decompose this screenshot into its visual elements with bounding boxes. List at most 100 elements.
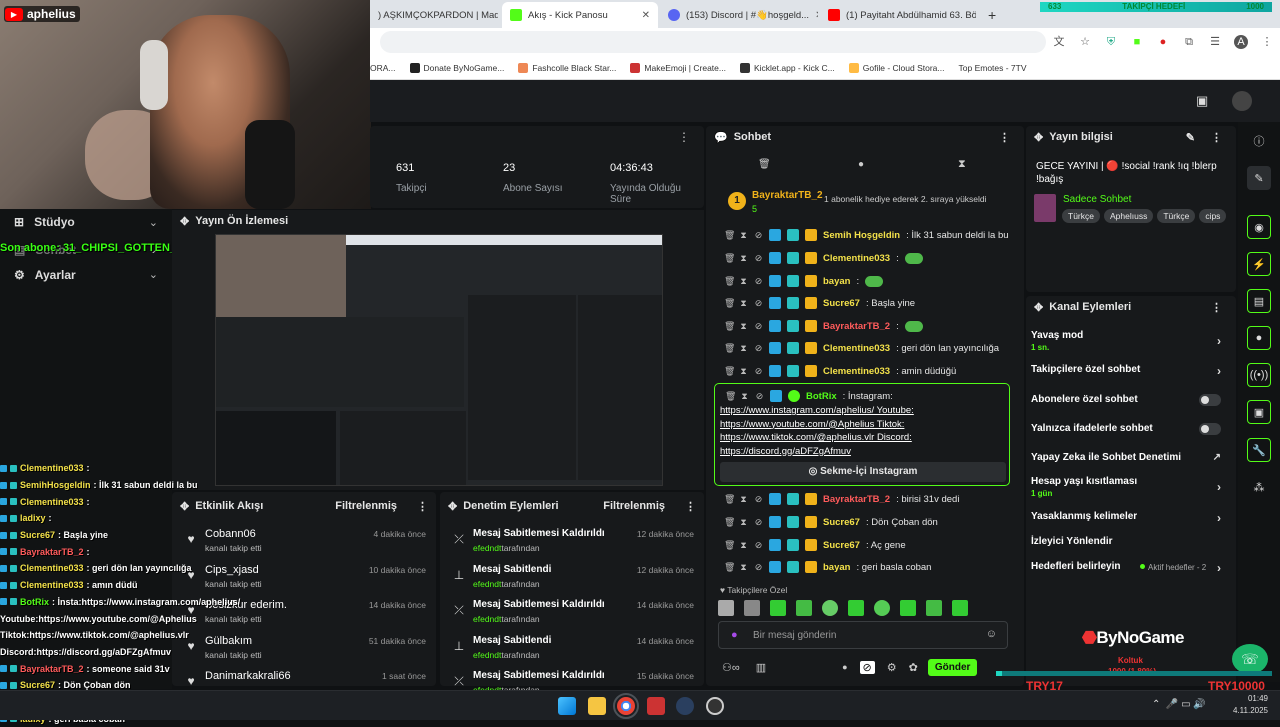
stream-manager-icon[interactable]: ▣ — [1196, 93, 1208, 109]
store-icon[interactable]: ▥ — [756, 661, 766, 674]
chat-username[interactable]: Clementine033 — [823, 366, 890, 377]
more-icon[interactable]: ⋮ — [999, 131, 1010, 144]
moderator-name[interactable]: efedndt — [473, 579, 501, 589]
apps-icon[interactable]: ⁂ — [1247, 475, 1271, 499]
hourglass-icon[interactable]: ⧗ — [739, 253, 748, 264]
preview-image[interactable] — [215, 234, 663, 486]
tag[interactable]: cips — [1199, 209, 1227, 223]
hourglass-icon[interactable]: ⧗ — [739, 276, 748, 287]
chrome-icon[interactable] — [613, 693, 639, 719]
move-icon[interactable]: ✥ — [448, 500, 457, 513]
menu-icon[interactable]: ⋮ — [1260, 35, 1274, 49]
ban-icon[interactable]: ⊘ — [754, 366, 763, 377]
more-icon[interactable]: ⋮ — [1211, 301, 1222, 314]
hourglass-icon[interactable]: ⧗ — [739, 366, 748, 377]
bookmark-2[interactable]: Donate ByNoGame... — [409, 62, 504, 73]
edit-icon[interactable]: ✎ — [1247, 166, 1271, 190]
focus-icon[interactable]: ◉ — [1247, 215, 1271, 239]
ban-icon[interactable]: ⊘ — [754, 540, 763, 551]
chat-username[interactable]: Sucre67 — [823, 517, 860, 528]
trash-icon[interactable]: 🗑 — [725, 391, 736, 402]
activity-filter[interactable]: Filtrelenmiş — [335, 500, 397, 512]
tray-icons[interactable]: ⌃ 🎤 ▭ 🔊 — [1152, 699, 1206, 710]
support-chat-icon[interactable]: ☏ — [1232, 644, 1268, 674]
hourglass-icon[interactable]: ⧗ — [739, 494, 748, 505]
wrench-icon[interactable]: 🔧 — [1247, 438, 1271, 462]
chat-username[interactable]: Clementine033 — [823, 253, 890, 264]
mic-icon[interactable]: ● — [731, 629, 738, 641]
extension-shield-icon[interactable]: ⛨ — [1104, 35, 1118, 49]
user-avatar[interactable] — [1232, 91, 1252, 111]
message-icon[interactable]: ● — [858, 159, 864, 170]
link-line[interactable]: https://discord.gg/aDFZgAfmuv — [720, 445, 914, 459]
browser-tab-2[interactable]: Akış - Kick Panosu ✕ — [502, 2, 658, 28]
trash-icon[interactable]: 🗑 — [758, 159, 771, 170]
bookmark-4[interactable]: MakeEmoji | Create... — [630, 62, 726, 73]
chat-username[interactable]: Sucre67 — [823, 298, 860, 309]
reading-list-icon[interactable]: ☰ — [1208, 35, 1222, 49]
ban-icon[interactable]: ⊘ — [754, 276, 763, 287]
channel-action[interactable]: Yasaklanmış kelimeler › — [1031, 511, 1229, 525]
extensions-icon[interactable]: ⧉ — [1182, 35, 1196, 49]
chat-username[interactable]: BotRix — [806, 391, 837, 402]
trash-icon[interactable]: 🗑 — [724, 321, 735, 332]
emote-8[interactable] — [900, 600, 916, 616]
channel-action[interactable]: Abonelere özel sohbet — [1031, 394, 1229, 406]
chat-username[interactable]: BayraktarTB_2 — [823, 494, 890, 505]
chat-input-box[interactable]: ● Bir mesaj gönderin ☺ — [718, 621, 1008, 649]
trash-icon[interactable]: 🗑 — [724, 540, 735, 551]
chat-username[interactable]: Clementine033 — [823, 343, 890, 354]
bot-links[interactable]: https://www.instagram.com/aphelius/ Yout… — [720, 404, 914, 458]
more-icon[interactable]: ⋮ — [417, 500, 428, 513]
trash-icon[interactable]: 🗑 — [724, 298, 735, 309]
chat-username[interactable]: bayan — [823, 276, 850, 287]
emote-2[interactable] — [744, 600, 760, 616]
extension-kick-icon[interactable]: ■ — [1130, 35, 1144, 49]
ban-icon[interactable]: ⊘ — [754, 562, 763, 573]
emote-7[interactable] — [874, 600, 890, 616]
emote-picker-icon[interactable]: ✿ — [909, 661, 918, 674]
hourglass-icon[interactable]: ⧗ — [739, 343, 748, 354]
instagram-tab-button[interactable]: ◎ Sekme-İçi Instagram — [720, 462, 1006, 482]
new-tab-button[interactable]: + — [980, 2, 1000, 28]
move-icon[interactable]: ✥ — [1034, 131, 1043, 144]
trash-icon[interactable]: 🗑 — [724, 366, 735, 377]
lightning-icon[interactable]: ⚡ — [1247, 252, 1271, 276]
moderator-name[interactable]: efedndt — [473, 614, 501, 624]
chevron-right-icon[interactable]: › — [1217, 511, 1221, 525]
ban-icon[interactable]: ⊘ — [754, 298, 763, 309]
notes-icon[interactable]: ▤ — [1247, 289, 1271, 313]
emote-4[interactable] — [796, 600, 812, 616]
close-icon[interactable]: ✕ — [642, 10, 650, 21]
channel-action[interactable]: Takipçilere özel sohbet › — [1031, 364, 1229, 378]
toggle-switch[interactable] — [1199, 423, 1221, 435]
steam-icon[interactable] — [676, 697, 694, 715]
emote-6[interactable] — [848, 600, 864, 616]
obs-icon[interactable] — [706, 697, 724, 715]
studio-menu[interactable]: ⊞ Stüdyo — [14, 215, 75, 229]
trash-icon[interactable]: 🗑 — [724, 253, 735, 264]
trash-icon[interactable]: 🗑 — [724, 230, 735, 241]
hourglass-icon[interactable]: ⧗ — [739, 540, 748, 551]
hourglass-icon[interactable]: ⧗ — [740, 391, 749, 402]
chevron-right-icon[interactable]: › — [1217, 334, 1221, 348]
browser-tab-4[interactable]: (1) Payitaht Abdülhamid 63. Bö...✕ — [820, 2, 976, 28]
moderator-name[interactable]: efedndt — [473, 650, 501, 660]
link-line[interactable]: https://www.instagram.com/aphelius/ Yout… — [720, 404, 914, 418]
message-icon[interactable]: ● — [842, 662, 847, 672]
emote-10[interactable] — [952, 600, 968, 616]
tag[interactable]: Türkçe — [1062, 209, 1100, 223]
ban-icon[interactable]: ⊘ — [754, 230, 763, 241]
close-icon[interactable]: ✕ — [815, 10, 818, 21]
chat-icon[interactable]: ● — [1247, 326, 1271, 350]
hourglass-icon[interactable]: ⧗ — [739, 562, 748, 573]
more-icon[interactable]: ⋮ — [678, 130, 690, 144]
windows-start-icon[interactable] — [558, 697, 576, 715]
emote-3[interactable] — [770, 600, 786, 616]
browser-tab-3[interactable]: (153) Discord | #👋hoşgeld... ✕ — [660, 2, 818, 28]
points-icon[interactable]: ⚇∞ — [722, 661, 740, 674]
url-input[interactable] — [380, 31, 1046, 53]
bookmark-1[interactable]: ORA... — [370, 63, 396, 73]
channel-action[interactable]: Yapay Zeka ile Sohbet Denetimi ↗ — [1031, 452, 1229, 463]
move-icon[interactable]: ✥ — [1034, 301, 1043, 314]
